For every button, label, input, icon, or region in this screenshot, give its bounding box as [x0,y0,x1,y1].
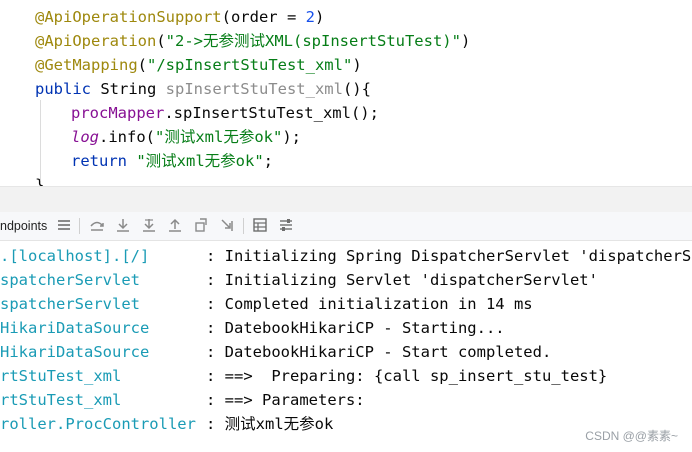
indent-guide [40,100,41,180]
drop-frame-icon[interactable] [193,217,209,233]
code-text: (){ [342,80,371,98]
string-literal: "2->无参测试XML(spInsertStuTest)" [165,32,461,50]
keyword: public [35,80,91,98]
toolbar-separator [79,218,80,234]
string-literal: "/spInsertStuTest_xml" [147,56,353,74]
logger-name: .[localhost].[/] [0,247,150,265]
code-line-8[interactable]: } [35,173,44,186]
tab-endpoints[interactable]: ndpoints [0,219,47,233]
code-text: ( [156,32,166,50]
code-text: .info( [99,128,155,146]
code-text: ; [263,152,273,170]
code-line-3[interactable]: @GetMapping("/spInsertStuTest_xml") [35,53,362,77]
code-text: .spInsertStuTest_xml(); [164,104,379,122]
panel-splitter[interactable] [0,186,692,213]
code-text: ); [282,128,301,146]
log-message: : ==> Preparing: {call sp_insert_stu_tes… [206,367,608,385]
code-text: ) [352,56,362,74]
log-message: : DatebookHikariCP - Starting... [206,319,505,337]
force-step-into-icon[interactable] [141,217,157,233]
code-line-4[interactable]: public String spInsertStuTest_xml(){ [35,77,371,101]
code-line-7[interactable]: return "测试xml无参ok"; [71,149,273,173]
log-message: : Initializing Spring DispatcherServlet … [206,247,692,265]
logger-name: rtStuTest_xml [0,367,122,385]
log-message: : DatebookHikariCP - Start completed. [206,343,552,361]
code-text: } [35,176,45,186]
logger-name: spatcherServlet [0,271,140,289]
run-to-cursor-icon[interactable] [219,217,235,233]
annotation: @ApiOperationSupport [35,8,222,26]
logger-name: roller.ProcController [0,415,196,433]
field-reference: log [71,128,99,146]
field-reference: procMapper [71,104,165,122]
step-into-icon[interactable] [115,217,131,233]
code-line-6[interactable]: log.info("测试xml无参ok"); [71,125,301,149]
code-line-1[interactable]: @ApiOperationSupport(order = 2) [35,5,324,29]
log-message: : Completed initialization in 14 ms [206,295,533,313]
code-line-5[interactable]: procMapper.spInsertStuTest_xml(); [71,101,379,125]
code-editor[interactable]: @ApiOperationSupport(order = 2) @ApiOper… [0,0,692,186]
annotation: @GetMapping [35,56,138,74]
debug-toolbar: ndpoints [0,212,692,241]
log-message: : 测试xml无参ok [206,415,334,433]
string-literal: "测试xml无参ok" [127,152,264,170]
annotation: @ApiOperation [35,32,157,50]
log-message: : Initializing Servlet 'dispatcherServle… [206,271,598,289]
menu-icon[interactable] [56,217,72,233]
keyword: return [71,152,127,170]
code-text: (order = [221,8,306,26]
method-name: spInsertStuTest_xml [165,80,343,98]
code-text: ) [460,32,471,50]
code-line-2[interactable]: @ApiOperation("2->无参测试XML(spInsertStuTes… [35,29,470,53]
watermark: CSDN @@素素~ [585,429,678,443]
logger-name: HikariDataSource [0,319,150,337]
code-text: ( [137,56,147,74]
type-name: String [91,80,166,98]
log-message: : ==> Parameters: [206,391,365,409]
logger-name: spatcherServlet [0,295,140,313]
step-out-icon[interactable] [167,217,183,233]
code-text: ) [314,8,325,26]
number-literal: 2 [305,8,315,26]
evaluate-icon[interactable] [252,217,268,233]
logger-name: rtStuTest_xml [0,391,122,409]
console-output[interactable]: .[localhost].[/] : Initializing Spring Di… [0,241,692,452]
toolbar-separator [243,218,244,234]
logger-name: HikariDataSource [0,343,150,361]
settings-icon[interactable] [278,217,294,233]
string-literal: "测试xml无参ok" [155,128,283,146]
step-over-icon[interactable] [89,217,105,233]
